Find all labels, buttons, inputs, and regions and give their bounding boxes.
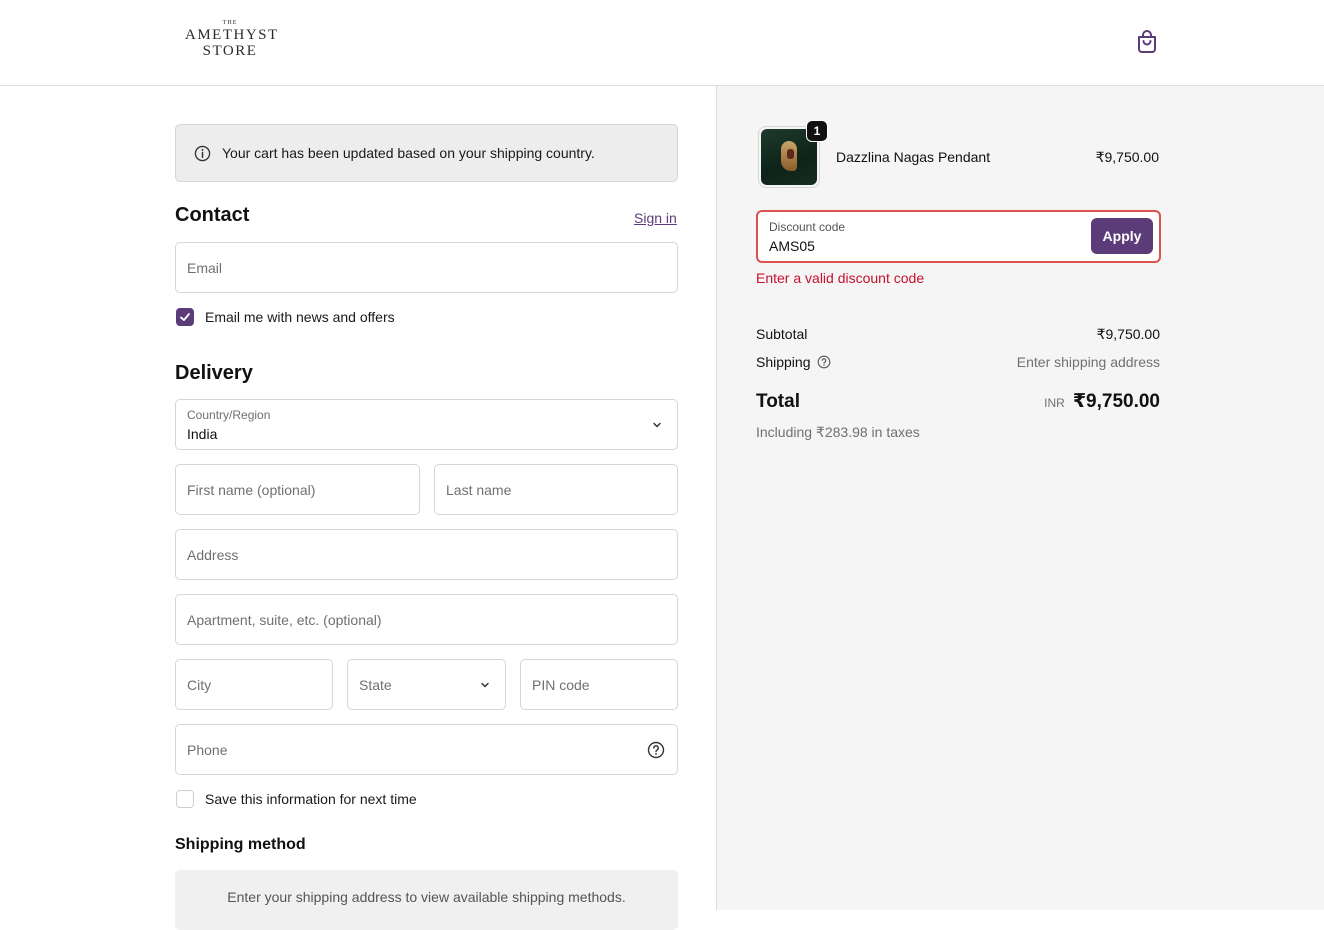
state-select[interactable]: State <box>347 659 506 710</box>
taxes-note: Including ₹283.98 in taxes <box>756 424 920 440</box>
product-name: Dazzlina Nagas Pendant <box>836 149 991 165</box>
notice-text: Your cart has been updated based on your… <box>222 145 595 161</box>
subtotal-value: ₹9,750.00 <box>1096 326 1160 342</box>
city-placeholder: City <box>187 676 212 693</box>
store-logo[interactable]: THE AMETHYST STORE <box>185 20 279 59</box>
help-circle-icon[interactable] <box>647 741 665 759</box>
pin-code-field[interactable]: PIN code <box>520 659 678 710</box>
news-offers-checkbox-row[interactable]: Email me with news and offers <box>176 308 395 326</box>
total-label: Total <box>756 391 800 412</box>
shipping-method-heading: Shipping method <box>175 836 306 853</box>
country-select[interactable]: Country/Region India <box>175 399 678 450</box>
total-value: ₹9,750.00 <box>1072 391 1160 412</box>
address-field[interactable]: Address <box>175 529 678 580</box>
chevron-down-icon <box>481 682 489 687</box>
last-name-field[interactable]: Last name <box>434 464 678 515</box>
phone-field[interactable]: Phone <box>175 724 678 775</box>
shipping-label: Shipping <box>756 354 811 370</box>
discount-code-field[interactable]: Discount code AMS05 Apply <box>756 210 1161 263</box>
save-info-label: Save this information for next time <box>205 791 417 807</box>
order-summary: 1 Dazzlina Nagas Pendant ₹9,750.00 Disco… <box>716 86 1324 910</box>
total-currency: INR <box>1044 396 1065 410</box>
save-info-checkbox-row[interactable]: Save this information for next time <box>176 790 417 808</box>
subtotal-row: Subtotal ₹9,750.00 <box>756 326 1160 343</box>
delivery-heading: Delivery <box>175 362 253 384</box>
cart-updated-notice: Your cart has been updated based on your… <box>175 124 678 182</box>
discount-value: AMS05 <box>769 238 815 254</box>
state-placeholder: State <box>359 676 392 693</box>
phone-placeholder: Phone <box>187 741 228 758</box>
discount-label: Discount code <box>769 220 846 234</box>
shipping-row: Shipping Enter shipping address <box>756 354 1160 370</box>
help-circle-icon[interactable] <box>817 355 831 369</box>
email-field[interactable]: Email <box>175 242 678 293</box>
product-price: ₹9,750.00 <box>1095 149 1159 165</box>
logo-the: THE <box>222 20 238 26</box>
country-value: India <box>187 426 218 442</box>
save-info-checkbox[interactable] <box>176 790 194 808</box>
shipping-method-message: Enter your shipping address to view avai… <box>175 870 678 930</box>
pin-code-placeholder: PIN code <box>532 676 590 693</box>
first-name-field[interactable]: First name (optional) <box>175 464 420 515</box>
checkout-form: Your cart has been updated based on your… <box>0 86 716 930</box>
first-name-placeholder: First name (optional) <box>187 481 316 498</box>
apartment-field[interactable]: Apartment, suite, etc. (optional) <box>175 594 678 645</box>
city-field[interactable]: City <box>175 659 333 710</box>
shipping-method-text: Enter your shipping address to view avai… <box>227 889 626 905</box>
address-placeholder: Address <box>187 546 239 563</box>
news-offers-label: Email me with news and offers <box>205 309 395 325</box>
sign-in-link[interactable]: Sign in <box>634 210 677 226</box>
news-offers-checkbox[interactable] <box>176 308 194 326</box>
chevron-down-icon <box>653 422 661 427</box>
shipping-value: Enter shipping address <box>1016 354 1160 370</box>
logo-line-1: AMETHYST <box>185 27 279 43</box>
email-placeholder: Email <box>187 259 223 276</box>
logo-line-2: STORE <box>202 43 258 59</box>
total-row: Total INR ₹9,750.00 <box>756 390 1160 413</box>
shipping-label-group: Shipping <box>756 354 831 370</box>
quantity-badge: 1 <box>806 120 828 142</box>
checkmark-icon <box>180 313 190 321</box>
site-header: THE AMETHYST STORE <box>0 0 1324 86</box>
last-name-placeholder: Last name <box>446 481 512 498</box>
total-amount: INR ₹9,750.00 <box>1044 390 1160 413</box>
contact-heading: Contact <box>175 204 250 226</box>
shopping-bag-icon[interactable] <box>1136 30 1158 54</box>
subtotal-label: Subtotal <box>756 326 808 342</box>
apply-discount-button[interactable]: Apply <box>1091 218 1153 254</box>
discount-error: Enter a valid discount code <box>756 270 925 286</box>
info-circle-icon <box>194 145 211 161</box>
country-label: Country/Region <box>187 408 271 422</box>
pendant-stone <box>787 149 794 159</box>
apartment-placeholder: Apartment, suite, etc. (optional) <box>187 611 382 628</box>
